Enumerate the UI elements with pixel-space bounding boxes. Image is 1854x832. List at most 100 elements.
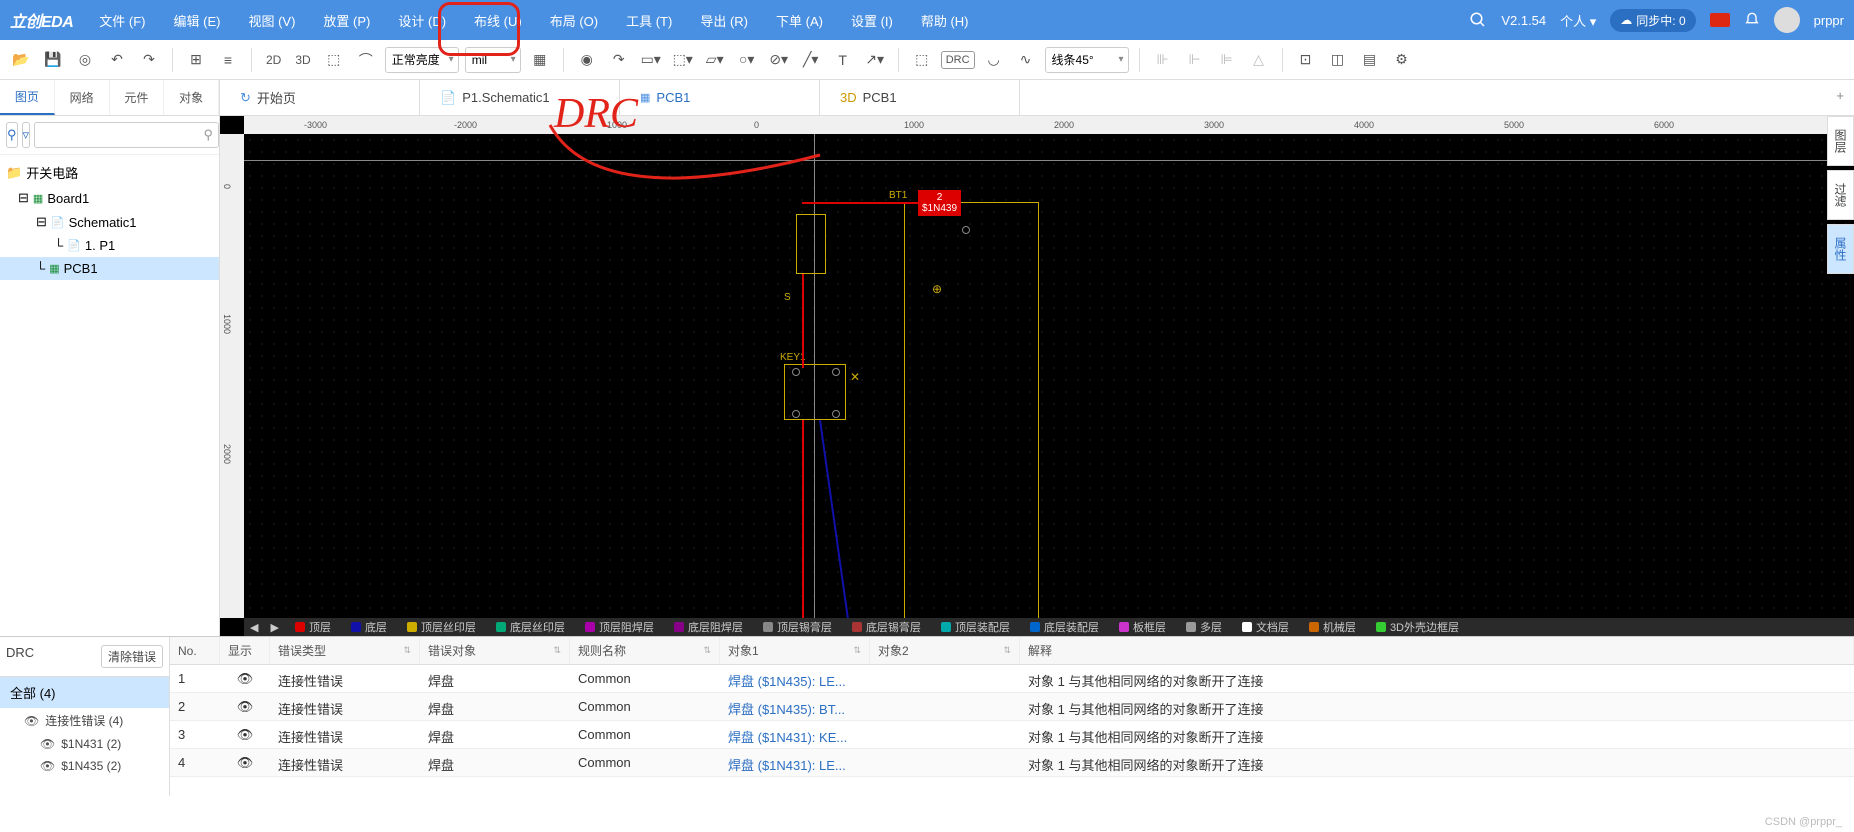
gear-icon[interactable]: ⚙: [1389, 47, 1415, 73]
bell-icon[interactable]: [1744, 12, 1760, 28]
search-icon[interactable]: [1469, 11, 1487, 29]
col-obj[interactable]: 错误对象⇅: [420, 637, 570, 664]
menu-help[interactable]: 帮助 (H): [915, 7, 975, 34]
snap-grid-icon[interactable]: ▦: [527, 47, 553, 73]
rect-icon[interactable]: ▱▾: [702, 47, 728, 73]
menu-edit[interactable]: 编辑 (E): [168, 7, 227, 34]
drc-category-connectivity[interactable]: 👁连接性错误 (4): [0, 708, 169, 733]
layer-item[interactable]: 顶层装配层: [931, 619, 1020, 635]
filter-button[interactable]: ⚲: [6, 122, 18, 148]
clear-errors-button[interactable]: 清除错误: [101, 645, 163, 668]
search-icon[interactable]: ⚲: [204, 127, 214, 143]
eye-icon[interactable]: 👁: [40, 737, 55, 751]
tree-pcb[interactable]: └▦PCB1: [0, 257, 219, 280]
tree-project-root[interactable]: 📁开关电路: [0, 159, 219, 186]
right-tab-props[interactable]: 属性: [1827, 224, 1854, 274]
layer-item[interactable]: 底层锡膏层: [842, 619, 931, 635]
col-no[interactable]: No.: [170, 637, 220, 664]
tree-schematic[interactable]: ⊟📄Schematic1: [0, 210, 219, 234]
account-dropdown[interactable]: 个人 ▾: [1560, 11, 1596, 30]
layer-item[interactable]: 多层: [1176, 619, 1232, 635]
copper-icon[interactable]: ⬚: [909, 47, 935, 73]
pad[interactable]: [832, 368, 840, 376]
drc-row[interactable]: 4👁连接性错误焊盘Common焊盘 ($1N431): LE...对象 1 与其…: [170, 749, 1854, 777]
text-icon[interactable]: T: [830, 47, 856, 73]
align-icon[interactable]: ≡: [215, 47, 241, 73]
tab-3d-pcb[interactable]: 3DPCB1: [820, 80, 1020, 115]
trace-top[interactable]: [802, 420, 804, 620]
drc-net-2[interactable]: 👁$1N435 (2): [0, 755, 169, 777]
col-obj2[interactable]: 对象2⇅: [870, 637, 1020, 664]
col-rule[interactable]: 规则名称⇅: [570, 637, 720, 664]
bom-icon[interactable]: ▤: [1357, 47, 1383, 73]
undo-icon[interactable]: ↶: [104, 47, 130, 73]
view-2d-button[interactable]: 2D: [262, 51, 285, 69]
layer-item[interactable]: 文档层: [1232, 619, 1299, 635]
add-tab-button[interactable]: +: [1836, 88, 1844, 103]
via-icon[interactable]: ◉: [574, 47, 600, 73]
menu-file[interactable]: 文件 (F): [93, 7, 151, 34]
layer-item[interactable]: 顶层: [285, 619, 341, 635]
tab-objects[interactable]: 对象: [164, 80, 219, 115]
trace-top[interactable]: [802, 274, 804, 368]
tab-nets[interactable]: 网络: [55, 80, 110, 115]
layer-item[interactable]: 底层阻焊层: [664, 619, 753, 635]
col-type[interactable]: 错误类型⇅: [270, 637, 420, 664]
angle-select[interactable]: 线条45°: [1045, 47, 1129, 73]
layer-item[interactable]: 3D外壳边框层: [1366, 619, 1469, 635]
measure-icon[interactable]: ⌒: [353, 47, 379, 73]
layer-item[interactable]: 机械层: [1299, 619, 1366, 635]
teardrop-icon[interactable]: ◡: [981, 47, 1007, 73]
pcb-canvas[interactable]: BT1 KEY1 S ✕ ⊕ 2$1N439: [244, 134, 1854, 618]
drc-all-category[interactable]: 全部 (4): [0, 677, 169, 708]
eye-icon[interactable]: 👁: [40, 759, 55, 773]
keepout-icon[interactable]: ⊘▾: [766, 47, 792, 73]
layer-prev-button[interactable]: ◀: [244, 621, 264, 634]
tab-pcb[interactable]: ▦PCB1: [620, 80, 820, 115]
layer-item[interactable]: 板框层: [1109, 619, 1176, 635]
col-obj1[interactable]: 对象1⇅: [720, 637, 870, 664]
select-icon[interactable]: ⬚: [321, 47, 347, 73]
menu-layout[interactable]: 布局 (O): [544, 7, 604, 34]
dimension-icon[interactable]: ↗▾: [862, 47, 888, 73]
drc-row[interactable]: 3👁连接性错误焊盘Common焊盘 ($1N431): KE...对象 1 与其…: [170, 721, 1854, 749]
region-icon[interactable]: ⬚▾: [670, 47, 696, 73]
layer-item[interactable]: 底层丝印层: [486, 619, 575, 635]
brightness-select[interactable]: 正常亮度: [385, 47, 459, 73]
drc-row[interactable]: 2👁连接性错误焊盘Common焊盘 ($1N435): BT...对象 1 与其…: [170, 693, 1854, 721]
sync-pill[interactable]: ☁同步中: 0: [1610, 9, 1695, 32]
component-outline[interactable]: [904, 202, 1039, 636]
trace-top[interactable]: [802, 202, 918, 204]
menu-design[interactable]: 设计 (D): [392, 7, 452, 34]
panelize-icon[interactable]: ◫: [1325, 47, 1351, 73]
tree-board[interactable]: ⊟▦Board1: [0, 186, 219, 210]
menu-settings[interactable]: 设置 (I): [845, 7, 899, 34]
pad[interactable]: [792, 410, 800, 418]
eye-icon[interactable]: 👁: [24, 714, 39, 728]
right-tab-filter[interactable]: 过滤: [1827, 170, 1854, 220]
drc-row[interactable]: 1👁连接性错误焊盘Common焊盘 ($1N435): LE...对象 1 与其…: [170, 665, 1854, 693]
unit-select[interactable]: mil: [465, 47, 521, 73]
right-tab-layers[interactable]: 图层: [1827, 116, 1854, 166]
funnel-button[interactable]: ▿: [22, 122, 31, 148]
menu-export[interactable]: 导出 (R): [694, 7, 754, 34]
tree-page[interactable]: └📄1. P1: [0, 234, 219, 257]
pad[interactable]: [832, 410, 840, 418]
menu-place[interactable]: 放置 (P): [317, 7, 376, 34]
tune-icon[interactable]: ∿: [1013, 47, 1039, 73]
tab-pages[interactable]: 图页: [0, 80, 55, 115]
save-icon[interactable]: 💾: [40, 47, 66, 73]
layer-item[interactable]: 顶层丝印层: [397, 619, 486, 635]
avatar[interactable]: [1774, 7, 1800, 33]
layer-item[interactable]: 顶层阻焊层: [575, 619, 664, 635]
pad[interactable]: [962, 226, 970, 234]
circle-icon[interactable]: ○▾: [734, 47, 760, 73]
menu-route[interactable]: 布线 (U): [468, 7, 528, 34]
redo-icon[interactable]: ↷: [136, 47, 162, 73]
search-input[interactable]: [34, 122, 219, 148]
open-icon[interactable]: 📂: [8, 47, 34, 73]
col-show[interactable]: 显示: [220, 637, 270, 664]
drc-net-1[interactable]: 👁$1N431 (2): [0, 733, 169, 755]
menu-tools[interactable]: 工具 (T): [620, 7, 678, 34]
layer-next-button[interactable]: ▶: [264, 621, 284, 634]
